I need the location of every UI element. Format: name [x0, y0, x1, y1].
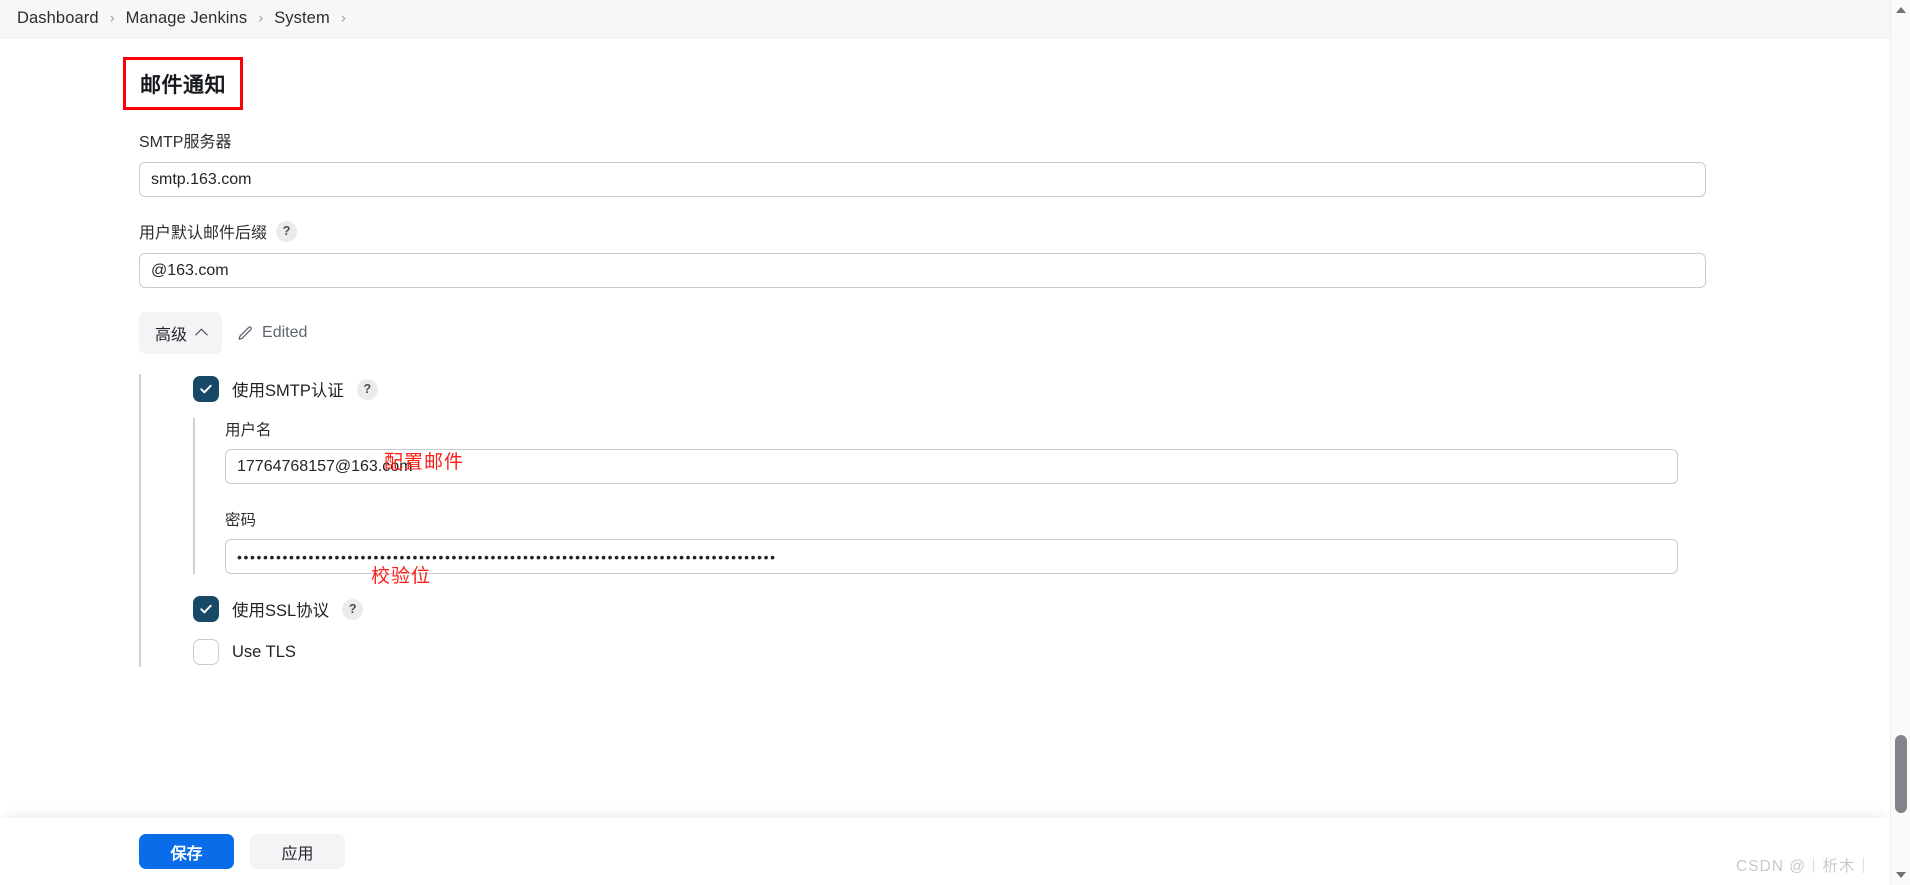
page-title: 邮件通知: [140, 73, 226, 97]
breadcrumb-separator-icon: ›: [109, 9, 115, 27]
use-tls-checkbox[interactable]: [193, 639, 219, 665]
email-notification-form: SMTP服务器 用户默认邮件后缀 ? 高级: [139, 128, 1709, 667]
field-password: 密码 •••••••••••••••••••••••••••••••••••••…: [225, 508, 1709, 574]
breadcrumb: Dashboard › Manage Jenkins › System ›: [0, 0, 1890, 38]
advanced-guide-line: [139, 374, 141, 667]
password-input[interactable]: ••••••••••••••••••••••••••••••••••••••••…: [225, 539, 1678, 574]
row-use-ssl: 使用SSL协议 ?: [193, 594, 1709, 624]
smtp-auth-nested-block: 用户名 密码 •••••••••••••••••••••••••••••••••…: [193, 418, 1709, 574]
help-icon[interactable]: ?: [356, 378, 378, 400]
check-icon: [200, 604, 212, 614]
label-smtp-server: SMTP服务器: [139, 128, 1709, 152]
scroll-up-arrow-icon[interactable]: [1891, 0, 1910, 20]
field-smtp-server: SMTP服务器: [139, 128, 1709, 197]
breadcrumb-separator-icon: ›: [340, 9, 346, 27]
label-username-text: 用户名: [225, 422, 272, 439]
field-default-email-suffix: 用户默认邮件后缀 ?: [139, 219, 1709, 288]
vertical-scrollbar[interactable]: [1890, 0, 1910, 885]
chevron-up-icon: [195, 328, 208, 341]
help-icon[interactable]: ?: [342, 598, 364, 620]
label-smtp-server-text: SMTP服务器: [139, 134, 232, 151]
apply-button[interactable]: 应用: [250, 834, 345, 869]
section-title-highlight-box: 邮件通知: [123, 57, 243, 110]
check-icon: [200, 384, 212, 394]
nested-guide-line: [193, 418, 195, 574]
advanced-toggle-button[interactable]: 高级: [139, 312, 223, 354]
label-password: 密码: [225, 508, 1709, 530]
form-action-bar: 保存 应用: [0, 818, 1890, 885]
label-default-email-suffix-text: 用户默认邮件后缀: [139, 225, 268, 242]
use-ssl-label: 使用SSL协议: [232, 602, 330, 620]
scrollbar-thumb[interactable]: [1895, 735, 1907, 813]
breadcrumb-item-system[interactable]: System: [274, 8, 330, 29]
breadcrumb-separator-icon: ›: [258, 9, 264, 27]
row-use-smtp-auth: 使用SMTP认证 ?: [193, 374, 1709, 404]
use-smtp-auth-label: 使用SMTP认证: [232, 382, 344, 400]
default-email-suffix-input[interactable]: [139, 253, 1706, 288]
advanced-toggle-label: 高级: [155, 327, 188, 344]
edited-label: Edited: [262, 324, 308, 341]
use-smtp-auth-checkbox[interactable]: [193, 376, 219, 402]
field-username: 用户名: [225, 418, 1709, 484]
csdn-watermark: CSDN @｜析木｜: [1736, 858, 1872, 875]
breadcrumb-item-dashboard[interactable]: Dashboard: [17, 8, 99, 29]
jenkins-system-config-page: Dashboard › Manage Jenkins › System › 邮件…: [0, 0, 1910, 885]
save-button[interactable]: 保存: [139, 834, 234, 869]
config-content-area: 邮件通知 SMTP服务器 用户默认邮件后缀 ? 高级: [0, 38, 1890, 818]
use-tls-label: Use TLS: [232, 642, 296, 661]
help-icon[interactable]: ?: [276, 220, 298, 242]
edited-indicator: Edited: [237, 324, 307, 342]
advanced-toggle-row: 高级 Edited: [139, 312, 1709, 354]
row-use-tls: Use TLS: [193, 637, 1709, 667]
scroll-down-arrow-icon[interactable]: [1891, 865, 1910, 885]
breadcrumb-item-manage-jenkins[interactable]: Manage Jenkins: [126, 8, 248, 29]
label-default-email-suffix: 用户默认邮件后缀 ?: [139, 219, 1709, 243]
smtp-server-input[interactable]: [139, 162, 1706, 197]
pencil-icon: [238, 325, 252, 340]
label-password-text: 密码: [225, 512, 257, 529]
use-ssl-checkbox[interactable]: [193, 596, 219, 622]
advanced-settings-block: 使用SMTP认证 ? 用户名 密码: [139, 374, 1709, 667]
label-username: 用户名: [225, 418, 1709, 440]
username-input[interactable]: [225, 449, 1678, 484]
